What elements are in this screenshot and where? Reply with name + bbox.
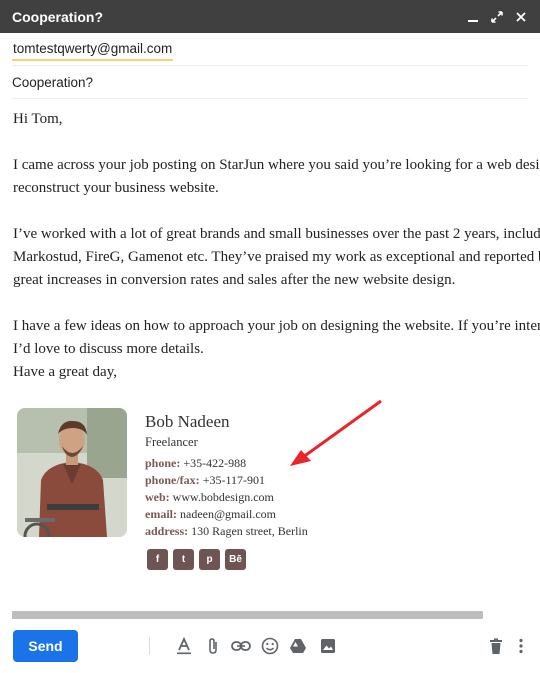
address-value: 130 Ragen street, Berlin [191, 524, 308, 538]
greeting-text: Hi Tom, [13, 111, 63, 127]
signature-details: Bob Nadeen Freelancer phone: +35-422-988… [145, 411, 308, 540]
emoji-icon[interactable] [260, 636, 280, 656]
address-label: address: [145, 524, 189, 538]
photo-icon[interactable] [318, 636, 338, 656]
body-line: I’ve worked with a lot of great brands a… [13, 226, 540, 242]
trash-icon[interactable] [486, 636, 506, 656]
recipients-row[interactable]: tomtestqwerty@gmail.com [12, 34, 528, 66]
pinterest-icon[interactable]: p [199, 549, 220, 570]
body-line: I came across your job posting on StarJu… [13, 157, 540, 173]
body-line: reconstruct your business website. [13, 180, 219, 196]
horizontal-scrollbar[interactable] [12, 611, 483, 619]
email-value[interactable]: nadeen@gmail.com [180, 507, 276, 521]
format-text-icon[interactable] [174, 636, 194, 656]
annotation-arrow-icon [290, 399, 382, 466]
fax-label: phone/fax: [145, 473, 200, 487]
web-label: web: [145, 490, 170, 504]
twitter-icon[interactable]: t [173, 549, 194, 570]
expand-icon[interactable] [490, 10, 504, 24]
subject-field[interactable]: Cooperation? [12, 66, 528, 99]
link-icon[interactable] [231, 636, 251, 656]
send-button[interactable]: Send [13, 630, 78, 662]
web-value[interactable]: www.bobdesign.com [173, 490, 274, 504]
signature-role: Freelancer [145, 435, 198, 449]
signature-phone: phone: +35-422-988 [145, 455, 308, 472]
avatar [17, 408, 127, 537]
signature-web: web: www.bobdesign.com [145, 489, 308, 506]
facebook-icon[interactable]: f [147, 549, 168, 570]
phone-value: +35-422-988 [183, 456, 247, 470]
social-links: f t p Bē [147, 549, 246, 570]
fax-value: +35-117-901 [202, 473, 266, 487]
close-icon[interactable] [514, 10, 528, 24]
body-line: Markostud, FireG, Gamenot etc. They’ve p… [13, 249, 540, 265]
attach-icon[interactable] [203, 636, 223, 656]
compose-titlebar: Cooperation? [0, 0, 540, 33]
body-line: I’d love to discuss more details. [13, 341, 204, 357]
signature-fax: phone/fax: +35-117-901 [145, 472, 308, 489]
behance-icon[interactable]: Bē [225, 549, 246, 570]
signature-email: email: nadeen@gmail.com [145, 506, 308, 523]
minimize-icon[interactable] [466, 10, 480, 24]
compose-title: Cooperation? [12, 8, 103, 25]
signature-address: address: 130 Ragen street, Berlin [145, 523, 308, 540]
recipient-chip[interactable]: tomtestqwerty@gmail.com [12, 39, 174, 61]
body-line: great increases in conversion rates and … [13, 272, 456, 288]
signature-name: Bob Nadeen [145, 412, 230, 431]
toolbar-divider [149, 637, 150, 655]
window-controls [466, 10, 528, 24]
message-body[interactable]: Hi Tom, I came across your job posting o… [13, 108, 540, 384]
body-line: I have a few ideas on how to approach yo… [13, 318, 540, 334]
more-options-icon[interactable] [511, 636, 531, 656]
closing-text: Have a great day, [13, 364, 117, 380]
phone-label: phone: [145, 456, 181, 470]
email-label: email: [145, 507, 177, 521]
drive-icon[interactable] [288, 636, 308, 656]
compose-toolbar: Send [0, 626, 540, 666]
